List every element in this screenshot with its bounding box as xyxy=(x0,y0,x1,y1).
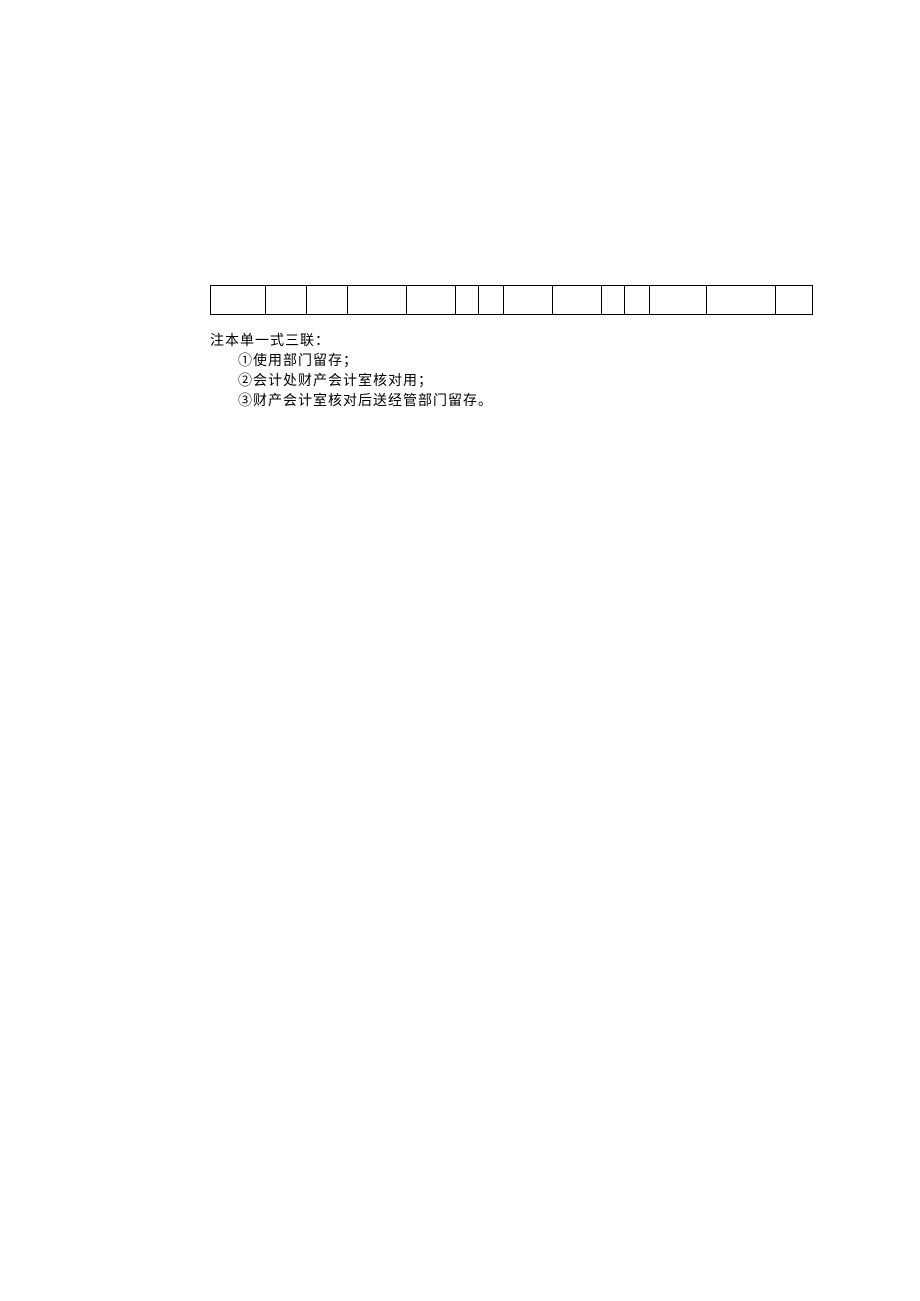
table-cell xyxy=(650,286,707,315)
table-cell xyxy=(776,286,813,315)
notes-item: ②会计处财产会计室核对用； xyxy=(210,372,493,392)
notes-block: 注本单一式三联： ①使用部门留存； ②会计处财产会计室核对用； ③财产会计室核对… xyxy=(210,332,493,412)
table-cell xyxy=(553,286,602,315)
table-cell xyxy=(307,286,348,315)
form-table xyxy=(210,285,813,315)
table-row xyxy=(211,286,813,315)
page: 注本单一式三联： ①使用部门留存； ②会计处财产会计室核对用； ③财产会计室核对… xyxy=(0,0,920,1301)
table-cell xyxy=(602,286,625,315)
table-cell xyxy=(211,286,266,315)
table-cell xyxy=(707,286,776,315)
table-cell xyxy=(479,286,504,315)
notes-item: ③财产会计室核对后送经管部门留存。 xyxy=(210,392,493,412)
table-cell xyxy=(625,286,650,315)
table-cell xyxy=(407,286,456,315)
form-table-wrap xyxy=(210,285,813,315)
table-cell xyxy=(504,286,553,315)
table-cell xyxy=(456,286,479,315)
table-cell xyxy=(266,286,307,315)
notes-item: ①使用部门留存； xyxy=(210,352,493,372)
notes-heading: 注本单一式三联： xyxy=(210,332,493,352)
table-cell xyxy=(348,286,407,315)
